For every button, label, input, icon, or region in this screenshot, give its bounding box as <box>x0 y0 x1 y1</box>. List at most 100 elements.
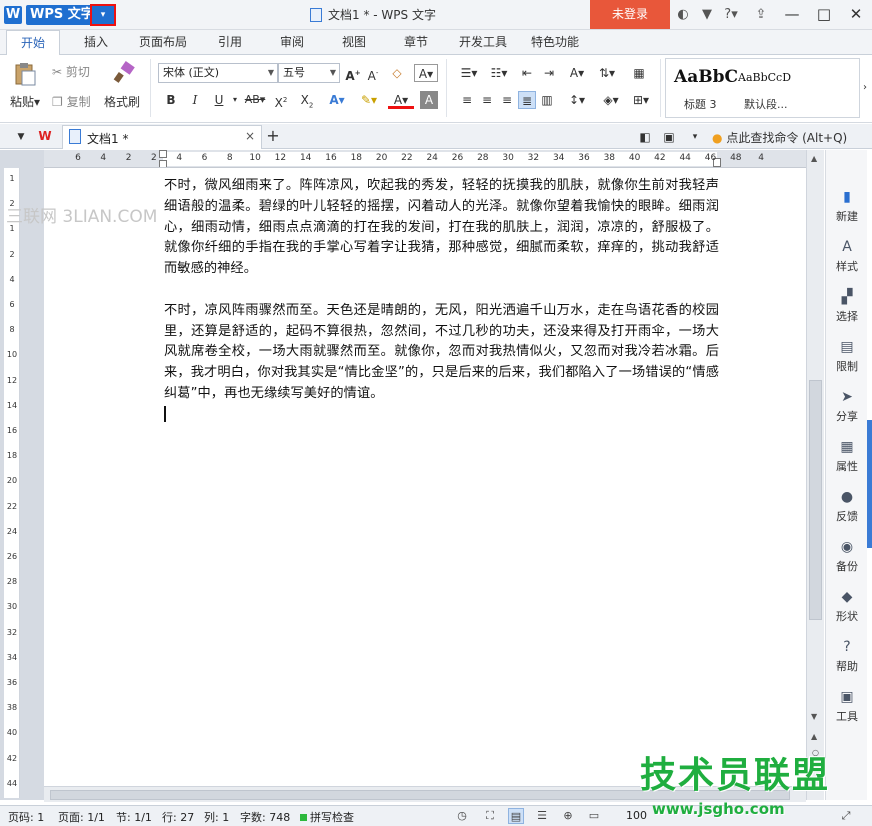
tab-references[interactable]: 引用 <box>206 30 254 55</box>
border-icon[interactable]: ⊞▾ <box>628 91 654 109</box>
new-tab-icon[interactable]: + <box>264 127 282 145</box>
bold-icon[interactable]: B <box>162 91 180 109</box>
clear-format-icon[interactable]: ◇ <box>388 64 406 82</box>
tab-home[interactable]: 开始 <box>6 30 60 56</box>
horizontal-ruler[interactable]: 6 4 2 2 4 6 8 10 12 14 16 18 20 22 24 26 28 30 32 34 36 38 40 4… <box>44 150 806 168</box>
increase-indent-icon[interactable]: ⇥ <box>540 64 558 82</box>
font-name-select[interactable]: 宋体 (正文) ▼ <box>158 63 278 83</box>
italic-icon[interactable]: I <box>186 91 204 109</box>
tab-developer[interactable]: 开发工具 <box>452 30 514 55</box>
line-spacing-icon[interactable]: ↕▾ <box>564 91 590 109</box>
reading-view-icon[interactable]: ▭ <box>586 808 602 824</box>
panel-edge-tab[interactable] <box>867 420 872 548</box>
grow-font-icon[interactable]: A+ <box>344 64 362 83</box>
highlight-icon[interactable]: ✎▾ <box>356 91 382 109</box>
web-view-icon[interactable]: ⊕ <box>560 808 576 824</box>
task-panel-item-4[interactable]: ➤ 分享 <box>826 388 868 424</box>
format-painter-icon[interactable] <box>112 61 136 87</box>
task-panel-item-10[interactable]: ▣ 工具 <box>826 688 868 724</box>
numbered-list-icon[interactable]: ☷▾ <box>486 64 512 82</box>
sort-icon[interactable]: ⇅▾ <box>594 64 620 82</box>
task-panel-item-1[interactable]: A 样式 <box>826 238 868 274</box>
app-logo[interactable]: W WPS 文字 <box>4 4 98 26</box>
text-outline-icon[interactable]: A▾ <box>328 91 346 109</box>
justify-icon[interactable]: ≣ <box>518 91 536 109</box>
sidebar-toggle-icon[interactable]: ◧ <box>636 128 654 146</box>
help-menu-icon[interactable]: ?▾ <box>720 6 742 24</box>
scroll-up-icon[interactable]: ▲ <box>811 154 817 163</box>
char-shading-icon[interactable]: A <box>420 91 438 109</box>
bullet-list-icon[interactable]: ☰▾ <box>456 64 482 82</box>
status-word-count[interactable]: 字数: 748 <box>240 809 290 825</box>
document-tab[interactable]: 文档1 * × <box>62 125 262 149</box>
task-panel-item-2[interactable]: ▞ 选择 <box>826 288 868 324</box>
strikethrough-icon[interactable]: AB▾ <box>242 91 268 109</box>
page-view-icon[interactable]: ▤ <box>508 808 524 824</box>
format-painter-label[interactable]: 格式刷 <box>104 93 140 110</box>
style-sample-heading3[interactable]: AaBbC <box>674 67 738 87</box>
font-size-select[interactable]: 五号 ▼ <box>278 63 340 83</box>
wps-w-icon[interactable]: W <box>36 127 54 145</box>
spell-check-toggle[interactable]: 拼写检查 <box>300 809 354 825</box>
chevron-down-icon[interactable]: ▾ <box>686 128 704 146</box>
fit-window-icon[interactable]: ⤢ <box>838 808 854 824</box>
task-panel-item-6[interactable]: ● 反馈 <box>826 488 868 524</box>
align-center-icon[interactable]: ≡ <box>478 91 496 109</box>
maximize-button[interactable]: □ <box>808 0 840 29</box>
scroll-down-icon[interactable]: ▼ <box>811 712 817 721</box>
cut-button[interactable]: ✂ 剪切 <box>52 63 90 80</box>
style-gallery[interactable]: AaBbC AaBbCcD 标题 3 默认段... <box>665 58 860 118</box>
tab-page-layout[interactable]: 页面布局 <box>132 30 194 55</box>
task-panel-item-5[interactable]: ▦ 属性 <box>826 438 868 474</box>
tab-insert[interactable]: 插入 <box>72 30 120 55</box>
paragraph-1[interactable]: 不时，微风细雨来了。阵阵凉风，吹起我的秀发，轻轻的抚摸我的肌肤，就像你生前对我轻… <box>164 176 719 280</box>
fullscreen-icon[interactable]: ⇪ <box>752 6 770 24</box>
vertical-ruler[interactable]: 1 2 1 2 4 6 8 10 12 14 16 18 20 22 24 26 28 30 32 34 36 38 40 4… <box>4 168 20 798</box>
tab-chapter[interactable]: 章节 <box>392 30 440 55</box>
outline-view-icon[interactable]: ☰ <box>534 808 550 824</box>
history-icon[interactable]: ◷ <box>454 808 470 824</box>
chinese-layout-icon[interactable]: A▾ <box>564 64 590 82</box>
task-panel-item-8[interactable]: ◆ 形状 <box>826 588 868 624</box>
task-panel-item-3[interactable]: ▤ 限制 <box>826 338 868 374</box>
shirt-icon[interactable]: ▼ <box>698 6 716 24</box>
align-right-icon[interactable]: ≡ <box>498 91 516 109</box>
text-effect-icon[interactable]: A▾ <box>414 64 438 82</box>
prev-page-icon[interactable]: ▲ <box>811 732 817 741</box>
paste-button[interactable]: 粘贴▾ <box>10 93 40 110</box>
close-window-button[interactable]: ✕ <box>840 0 872 29</box>
tab-special-features[interactable]: 特色功能 <box>524 30 586 55</box>
paste-icon[interactable] <box>12 61 40 87</box>
table-grid-icon[interactable]: ▦ <box>630 64 648 82</box>
find-command-box[interactable]: ● 点此查找命令 (Alt+Q) <box>712 129 847 146</box>
superscript-icon[interactable]: X2 <box>272 91 290 110</box>
distributed-align-icon[interactable]: ▥ <box>538 91 556 109</box>
style-sample-default[interactable]: AaBbCcD <box>738 71 800 84</box>
task-panel-item-7[interactable]: ◉ 备份 <box>826 538 868 574</box>
tab-review[interactable]: 审阅 <box>268 30 316 55</box>
vertical-scroll-thumb[interactable] <box>809 380 822 620</box>
subscript-icon[interactable]: X2 <box>298 91 316 109</box>
document-page[interactable]: 三联网 3LIAN.COM 不时，微风细雨来了。阵阵凉风，吹起我的秀发，轻轻的抚… <box>6 168 806 798</box>
close-tab-icon[interactable]: × <box>245 129 255 143</box>
window-tile-icon[interactable]: ▣ <box>660 128 678 146</box>
document-body[interactable]: 不时，微风细雨来了。阵阵凉风，吹起我的秀发，轻轻的抚摸我的肌肤，就像你生前对我轻… <box>164 176 719 405</box>
tab-view[interactable]: 视图 <box>330 30 378 55</box>
login-button[interactable]: 未登录 <box>590 0 670 29</box>
shrink-font-icon[interactable]: A- <box>364 64 382 83</box>
task-panel-item-9[interactable]: ? 帮助 <box>826 638 868 674</box>
status-page[interactable]: 页面: 1/1 <box>58 809 105 825</box>
task-panel-item-0[interactable]: ▮ 新建 <box>826 188 868 224</box>
align-left-icon[interactable]: ≡ <box>458 91 476 109</box>
fullscreen-view-icon[interactable]: ⛶ <box>482 808 498 824</box>
chevron-down-icon[interactable]: ▼ <box>12 128 30 146</box>
font-color-icon[interactable]: A▾ <box>388 91 414 109</box>
skin-icon[interactable]: ◐ <box>674 6 692 24</box>
paragraph-2[interactable]: 不时，凉风阵雨骤然而至。天色还是晴朗的，无风，阳光洒遍千山万水，走在鸟语花香的校… <box>164 301 719 405</box>
copy-button[interactable]: ❐ 复制 <box>52 93 91 110</box>
vertical-scrollbar[interactable]: ▲ ▼ ▲ ○ ▼ <box>806 150 824 800</box>
shading-icon[interactable]: ◈▾ <box>598 91 624 109</box>
chevron-right-icon[interactable]: › <box>860 79 870 97</box>
app-menu-dropdown-button[interactable]: ▾ <box>90 4 116 26</box>
minimize-button[interactable]: — <box>776 0 808 29</box>
